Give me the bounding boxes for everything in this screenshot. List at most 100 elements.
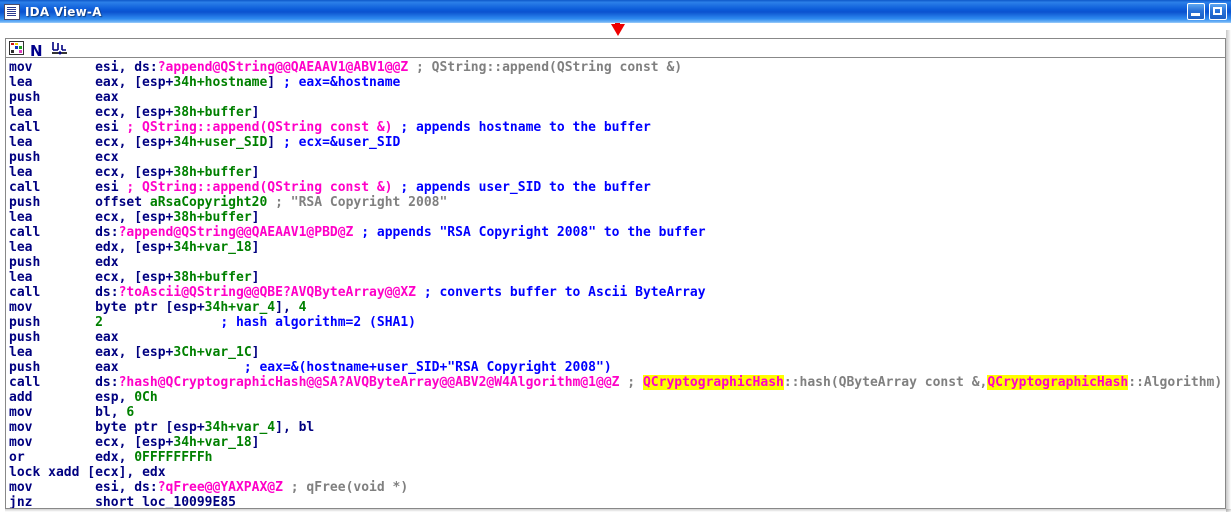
user-comment: ; appends hostname to the buffer	[393, 120, 651, 135]
operand-value: 38h+buffer	[173, 270, 251, 285]
operand-text: esp,	[95, 390, 134, 405]
symbol-name: ?append@QString@@QAEAAV1@ABV1@@Z	[158, 60, 408, 75]
instruction-mnemonic: call	[9, 375, 95, 390]
operand-text: esi, ds:	[95, 480, 158, 495]
operand-value: 34h+var_18	[173, 240, 251, 255]
disassembly-line[interactable]: mov byte ptr [esp+34h+var_4], 4	[9, 300, 1222, 315]
symbol-name: ?toAscii@QString@@QBE?AVQByteArray@@XZ	[119, 285, 416, 300]
minimize-button[interactable]	[1187, 3, 1205, 20]
user-comment: ; appends "RSA Copyright 2008" to the bu…	[353, 225, 705, 240]
operand-text: eax, [esp+	[95, 345, 173, 360]
operand-value: 38h+buffer	[173, 105, 251, 120]
operand-value: aRsaCopyright20	[150, 195, 267, 210]
disassembly-line[interactable]: lea ecx, [esp+34h+user_SID] ; ecx=&user_…	[9, 135, 1222, 150]
instruction-mnemonic: mov	[9, 405, 95, 420]
window-title-bar[interactable]: IDA View-A	[0, 0, 1231, 23]
disassembly-line[interactable]: jnz short loc_10099E85	[9, 495, 1222, 509]
disassembly-line[interactable]: or edx, 0FFFFFFFFh	[9, 450, 1222, 465]
disassembly-line[interactable]: push offset aRsaCopyright20 ; "RSA Copyr…	[9, 195, 1222, 210]
graph-icon[interactable]	[51, 41, 68, 56]
operand-text: ]	[252, 105, 260, 120]
disassembly-line[interactable]: call ds:?append@QString@@QAEAAV1@PBD@Z ;…	[9, 225, 1222, 240]
operand-text: ]	[267, 135, 275, 150]
disassembly-line[interactable]: lea eax, [esp+3Ch+var_1C]	[9, 345, 1222, 360]
instruction-mnemonic: call	[9, 285, 95, 300]
operand-text: ecx, [esp+	[95, 135, 173, 150]
disassembly-line[interactable]: lea ecx, [esp+38h+buffer]	[9, 210, 1222, 225]
operand-padding	[103, 315, 220, 330]
disassembly-line[interactable]: add esp, 0Ch	[9, 390, 1222, 405]
disassembly-line[interactable]: call ds:?hash@QCryptographicHash@@SA?AVQ…	[9, 375, 1222, 390]
operand-value: 38h+buffer	[173, 210, 251, 225]
auto-comment: ; "RSA Copyright 2008"	[267, 195, 447, 210]
user-comment: ; ecx=&user_SID	[275, 135, 400, 150]
operand-text: offset	[95, 195, 150, 210]
operand-text: edx,	[95, 450, 134, 465]
operand-value: 34h+hostname	[173, 75, 267, 90]
user-comment: ; eax=&hostname	[275, 75, 400, 90]
auto-comment: ::Algorithm)	[1128, 375, 1222, 390]
highlighted-symbol: QCryptographicHash	[643, 375, 784, 390]
operand-text: ]	[252, 240, 260, 255]
operand-text: ]	[252, 435, 260, 450]
instruction-mnemonic: lea	[9, 165, 95, 180]
operand-value: 38h+buffer	[173, 165, 251, 180]
disassembly-line[interactable]: mov ecx, [esp+34h+var_18]	[9, 435, 1222, 450]
disassembly-line[interactable]: lea ecx, [esp+38h+buffer]	[9, 165, 1222, 180]
instruction-mnemonic: call	[9, 225, 95, 240]
disassembly-line[interactable]: push eax	[9, 330, 1222, 345]
operand-text: ecx, [esp+	[95, 435, 173, 450]
disassembly-line[interactable]: mov bl, 6	[9, 405, 1222, 420]
instruction-mnemonic: lea	[9, 240, 95, 255]
disassembly-line[interactable]: call esi ; QString::append(QString const…	[9, 180, 1222, 195]
operand-text: ]	[252, 165, 260, 180]
instruction-mnemonic: push	[9, 330, 95, 345]
operand-text: ds:	[95, 285, 118, 300]
disassembly-line[interactable]: lea ecx, [esp+38h+buffer]	[9, 270, 1222, 285]
instruction-mnemonic: lea	[9, 105, 95, 120]
disassembly-line[interactable]: lea ecx, [esp+38h+buffer]	[9, 105, 1222, 120]
instruction-mnemonic: push	[9, 315, 95, 330]
symbol-name: ; QString::append(QString const &)	[126, 180, 392, 195]
operand-text: eax, [esp+	[95, 75, 173, 90]
operand-value: 0Ch	[134, 390, 157, 405]
instruction-mnemonic: push	[9, 255, 95, 270]
disassembly-line[interactable]: push ecx	[9, 150, 1222, 165]
disassembly-line[interactable]: call esi ; QString::append(QString const…	[9, 120, 1222, 135]
highlighted-symbol: QCryptographicHash	[987, 375, 1128, 390]
disassembly-line[interactable]: lea eax, [esp+34h+hostname] ; eax=&hostn…	[9, 75, 1222, 90]
disassembly-line[interactable]: push edx	[9, 255, 1222, 270]
operand-text: ds:	[95, 225, 118, 240]
operand-text: ]	[252, 345, 260, 360]
names-icon[interactable]: N	[30, 41, 47, 56]
instruction-mnemonic: push	[9, 150, 95, 165]
disassembly-line[interactable]: push eax ; eax=&(hostname+user_SID+"RSA …	[9, 360, 1222, 375]
color-palette-icon[interactable]	[9, 41, 26, 56]
operand-text: ecx, [esp+	[95, 165, 173, 180]
instruction-mnemonic: or	[9, 450, 95, 465]
disassembly-line[interactable]: push 2 ; hash algorithm=2 (SHA1)	[9, 315, 1222, 330]
disassembly-line[interactable]: mov byte ptr [esp+34h+var_4], bl	[9, 420, 1222, 435]
disassembly-line[interactable]: mov esi, ds:?qFree@@YAXPAX@Z ; qFree(voi…	[9, 480, 1222, 495]
operand-value: 2	[95, 315, 103, 330]
instruction-mnemonic: mov	[9, 60, 95, 75]
instruction-mnemonic: call	[9, 180, 95, 195]
maximize-button[interactable]	[1209, 3, 1227, 20]
disassembly-line[interactable]: call ds:?toAscii@QString@@QBE?AVQByteArr…	[9, 285, 1222, 300]
operand-text: ], bl	[275, 420, 314, 435]
disassembly-line[interactable]: mov esi, ds:?append@QString@@QAEAAV1@ABV…	[9, 60, 1222, 75]
disassembly-lines: mov esi, ds: ?append@QString@@QAEAAV1@ABV…	[6, 58, 1222, 509]
instruction-mnemonic: push	[9, 360, 95, 375]
operand-text: ecx, [esp+	[95, 210, 173, 225]
disassembly-pane[interactable]: mov esi, ds: ?append@QString@@QAEAAV1@ABV…	[5, 57, 1226, 509]
symbol-name: ?append@QString@@QAEAAV1@PBD@Z	[119, 225, 354, 240]
disassembly-line[interactable]: lea edx, [esp+34h+var_18]	[9, 240, 1222, 255]
operand-text: ]	[267, 75, 275, 90]
operand-value: 4	[299, 300, 307, 315]
operand-text: esi	[95, 120, 126, 135]
view-toolbar: N	[5, 38, 1226, 57]
operand-value: 34h+var_4	[205, 420, 275, 435]
instruction-mnemonic: add	[9, 390, 95, 405]
disassembly-line[interactable]: lock xadd [ecx], edx	[9, 465, 1222, 480]
disassembly-line[interactable]: push eax	[9, 90, 1222, 105]
